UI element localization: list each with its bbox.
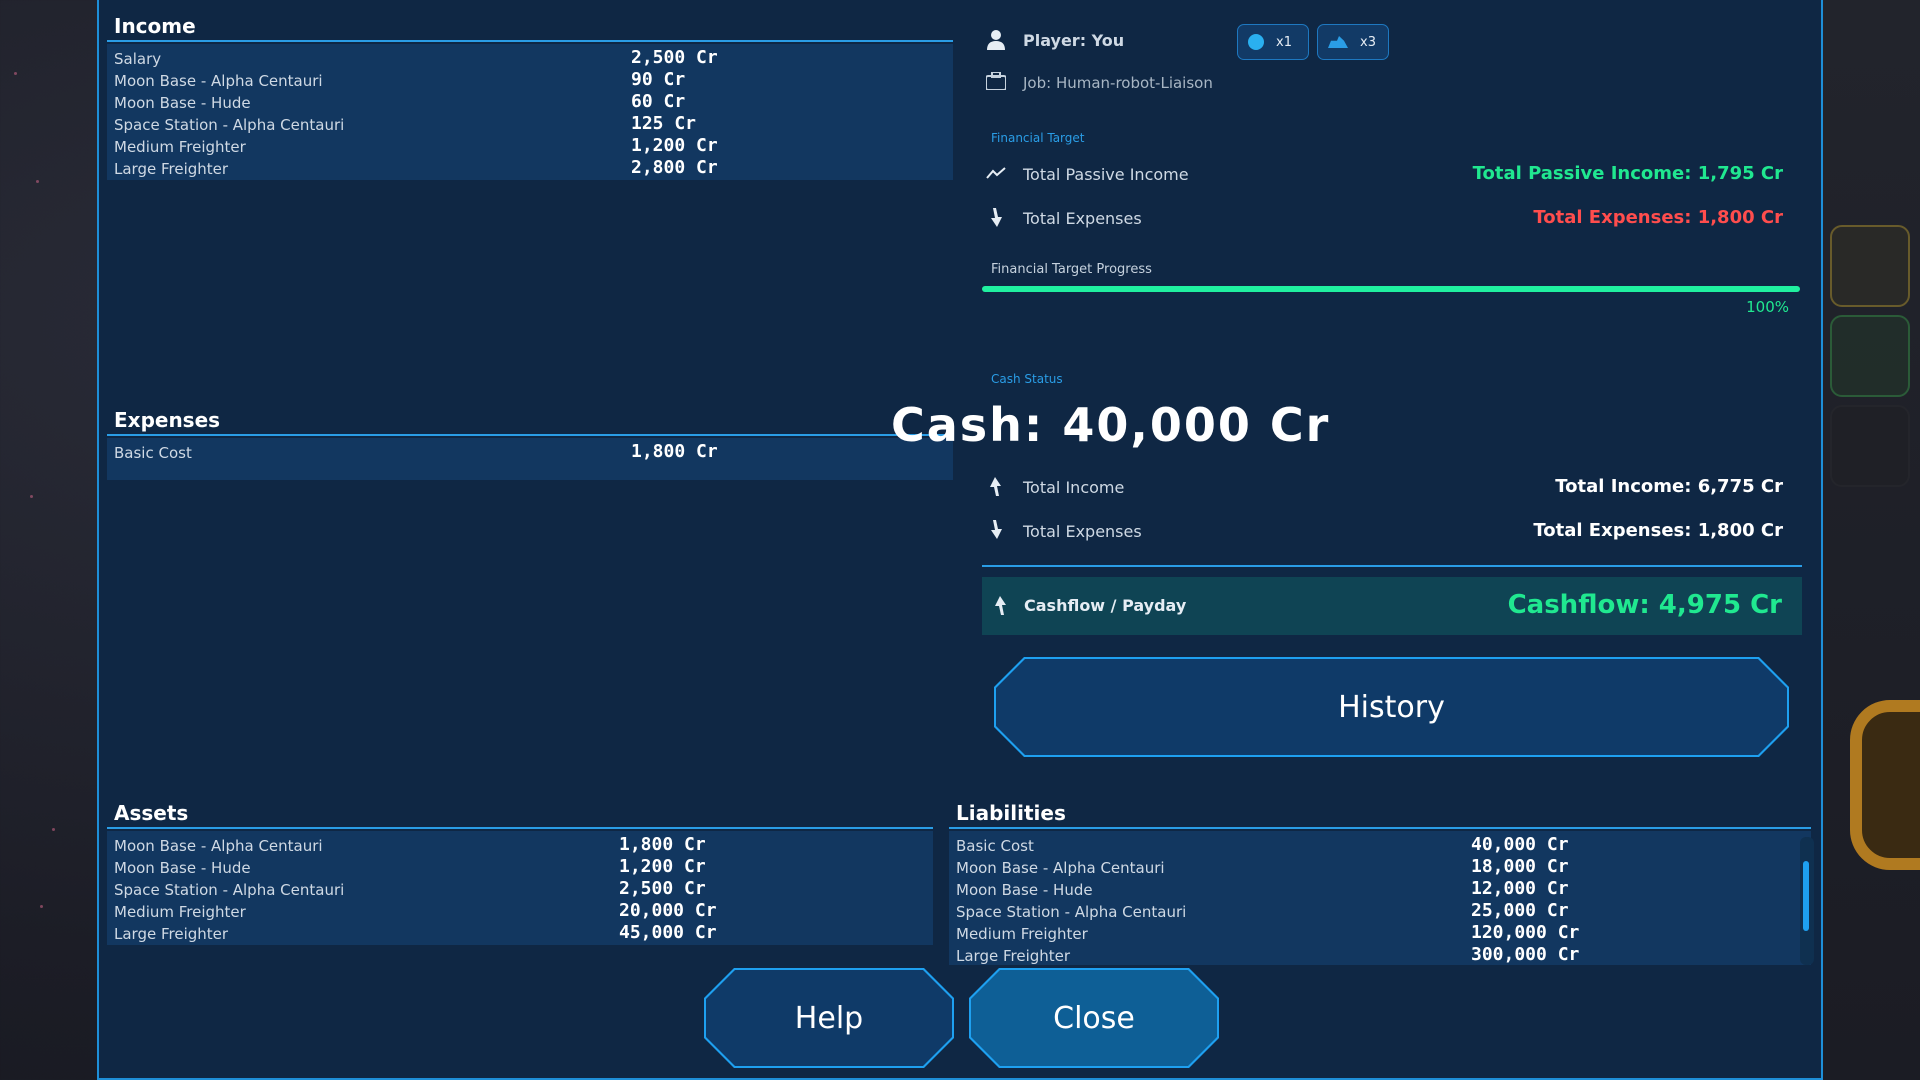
income-row-value: 1,200 Cr [631, 135, 718, 156]
income-row-value: 60 Cr [631, 91, 686, 112]
liabilities-row-value: 40,000 Cr [1471, 834, 1569, 855]
total-income-label: Total Income [1023, 478, 1125, 497]
player-name: Player: You [1023, 31, 1125, 50]
close-button-label: Close [1053, 1000, 1135, 1036]
background-star [36, 180, 39, 183]
cashflow-box: Cashflow / Payday Cashflow: 4,975 Cr [982, 577, 1802, 635]
liabilities-divider [949, 827, 1811, 829]
progress-label: Financial Target Progress [991, 262, 1152, 277]
expenses-title: Expenses [114, 408, 221, 432]
assets-row-value: 2,500 Cr [619, 878, 706, 899]
income-row-label: Large Freighter [114, 160, 229, 178]
expenses-row-label: Basic Cost [114, 444, 192, 462]
cash-status-label: Cash Status [991, 372, 1063, 386]
liabilities-row-label: Space Station - Alpha Centauri [956, 903, 1187, 921]
income-row-label: Medium Freighter [114, 138, 246, 156]
user-icon [985, 30, 1007, 52]
arrow-down-icon [985, 208, 1007, 230]
total-expenses-value: Total Expenses: 1,800 Cr [1533, 520, 1783, 541]
liabilities-row-value: 18,000 Cr [1471, 856, 1569, 877]
assets-row-value: 45,000 Cr [619, 922, 717, 943]
assets-row-label: Large Freighter [114, 925, 229, 943]
ship-badge: x3 [1317, 24, 1389, 60]
target-expenses-value: Total Expenses: 1,800 Cr [1533, 207, 1783, 228]
assets-row-value: 1,800 Cr [619, 834, 706, 855]
liabilities-row-value: 120,000 Cr [1471, 922, 1580, 943]
income-table [107, 44, 953, 180]
orb-badge: x1 [1237, 24, 1309, 60]
help-button-label: Help [794, 1000, 864, 1036]
assets-title: Assets [114, 801, 189, 825]
financial-target-progress-bar [982, 286, 1800, 292]
liabilities-row-value: 12,000 Cr [1471, 878, 1569, 899]
financial-statement-panel: Income Salary 2,500 Cr Moon Base - Alpha C… [97, 0, 1823, 1080]
background-star [40, 905, 43, 908]
background-hud-strip [1823, 0, 1920, 1080]
progress-fill [982, 286, 1800, 292]
liabilities-row-label: Large Freighter [956, 947, 1071, 965]
passive-income-value: Total Passive Income: 1,795 Cr [1472, 163, 1783, 184]
cash-amount: Cash: 40,000 Cr [891, 398, 1331, 452]
liabilities-row-label: Basic Cost [956, 837, 1034, 855]
liabilities-row-value: 300,000 Cr [1471, 944, 1580, 965]
help-button[interactable]: Help [704, 968, 954, 1068]
assets-row-label: Moon Base - Hude [114, 859, 251, 877]
income-row-label: Space Station - Alpha Centauri [114, 116, 345, 134]
expenses-table [107, 438, 953, 480]
cashflow-divider [982, 565, 1802, 567]
background-slot [1830, 225, 1910, 307]
trend-icon [985, 164, 1007, 186]
arrow-up-icon [990, 595, 1012, 617]
target-expenses-label: Total Expenses [1023, 209, 1142, 228]
income-row-value: 90 Cr [631, 69, 686, 90]
close-button[interactable]: Close [969, 968, 1219, 1068]
background-orb [1850, 700, 1920, 870]
assets-divider [107, 827, 933, 829]
income-row-label: Salary [114, 50, 162, 68]
assets-row-label: Moon Base - Alpha Centauri [114, 837, 323, 855]
ship-count: x3 [1360, 34, 1376, 50]
background-slot [1830, 405, 1910, 487]
income-divider [107, 40, 953, 42]
arrow-up-icon [985, 476, 1007, 498]
income-title: Income [114, 14, 196, 38]
expenses-row-value: 1,800 Cr [631, 441, 718, 462]
background-slot [1830, 315, 1910, 397]
income-row-value: 125 Cr [631, 113, 697, 134]
assets-row-label: Medium Freighter [114, 903, 246, 921]
liabilities-row-value: 25,000 Cr [1471, 900, 1569, 921]
liabilities-scrollbar[interactable] [1800, 837, 1814, 965]
background-star [14, 72, 17, 75]
ship-icon [1328, 36, 1348, 48]
liabilities-row-label: Medium Freighter [956, 925, 1088, 943]
background-star [30, 495, 33, 498]
total-expenses-label: Total Expenses [1023, 522, 1142, 541]
cashflow-value: Cashflow: 4,975 Cr [1507, 590, 1782, 620]
liabilities-row-label: Moon Base - Alpha Centauri [956, 859, 1165, 877]
total-income-value: Total Income: 6,775 Cr [1555, 476, 1783, 497]
player-job: Job: Human-robot-Liaison [1023, 74, 1213, 92]
liabilities-row-label: Moon Base - Hude [956, 881, 1093, 899]
income-row-value: 2,800 Cr [631, 157, 718, 178]
assets-row-label: Space Station - Alpha Centauri [114, 881, 345, 899]
progress-percent: 100% [1746, 298, 1789, 316]
cashflow-label: Cashflow / Payday [1024, 596, 1187, 615]
orb-count: x1 [1276, 34, 1292, 50]
passive-income-label: Total Passive Income [1023, 165, 1189, 184]
assets-row-value: 20,000 Cr [619, 900, 717, 921]
income-row-label: Moon Base - Alpha Centauri [114, 72, 323, 90]
orb-icon [1248, 34, 1264, 50]
background-star [52, 828, 55, 831]
history-button-label: History [1338, 689, 1445, 725]
income-row-label: Moon Base - Hude [114, 94, 251, 112]
financial-target-label: Financial Target [991, 131, 1085, 145]
liabilities-scrollbar-thumb[interactable] [1803, 861, 1809, 931]
arrow-down-icon [985, 520, 1007, 542]
income-row-value: 2,500 Cr [631, 47, 718, 68]
liabilities-title: Liabilities [956, 801, 1066, 825]
assets-row-value: 1,200 Cr [619, 856, 706, 877]
briefcase-icon [985, 71, 1007, 94]
expenses-divider [107, 434, 953, 436]
history-button[interactable]: History [994, 657, 1789, 757]
